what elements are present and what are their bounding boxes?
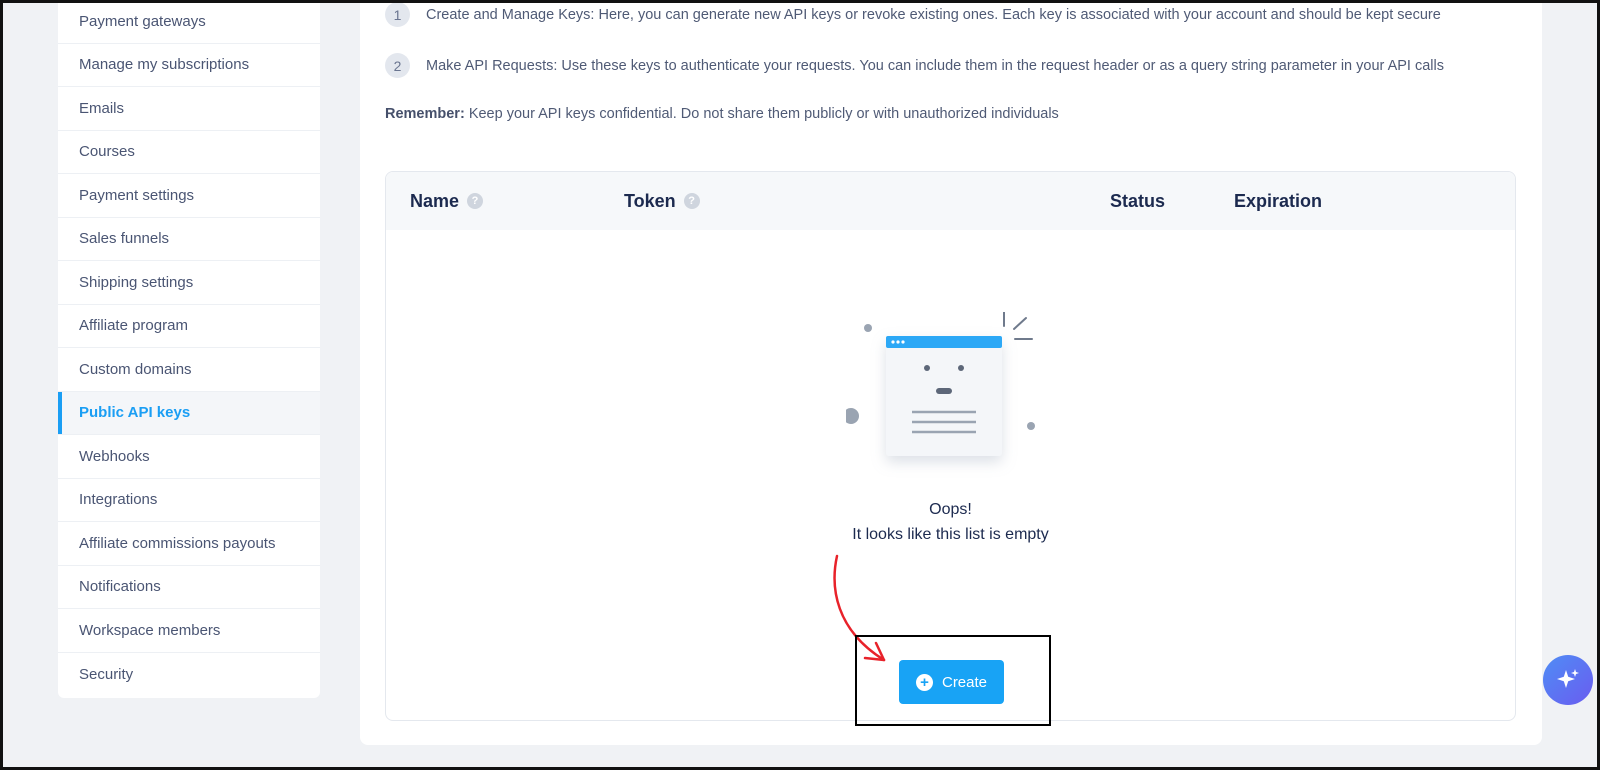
settings-sidebar: Payment gateways Manage my subscriptions… bbox=[58, 0, 320, 698]
column-label: Expiration bbox=[1234, 190, 1323, 211]
help-icon[interactable]: ? bbox=[467, 193, 484, 209]
sidebar-item-label: Public API keys bbox=[79, 404, 191, 422]
sidebar-item-label: Payment gateways bbox=[79, 12, 206, 30]
ai-assistant-button[interactable] bbox=[1543, 655, 1593, 705]
column-label: Status bbox=[1110, 190, 1166, 211]
sidebar-item-security[interactable]: Security bbox=[58, 653, 320, 697]
sidebar-item-label: Courses bbox=[79, 143, 135, 161]
column-header-status: Status bbox=[1110, 172, 1165, 230]
sidebar-item-affiliate-program[interactable]: Affiliate program bbox=[58, 305, 320, 348]
sidebar-item-courses[interactable]: Courses bbox=[58, 131, 320, 174]
step-text: Make API Requests: Use these keys to aut… bbox=[426, 57, 1444, 74]
sidebar-item-label: Affiliate commissions payouts bbox=[79, 534, 276, 552]
sidebar-item-label: Webhooks bbox=[79, 447, 150, 465]
column-label: Name bbox=[410, 190, 460, 211]
column-header-name: Name ? bbox=[410, 172, 484, 230]
sidebar-item-public-api-keys[interactable]: Public API keys bbox=[58, 391, 320, 435]
column-label: Token bbox=[624, 190, 676, 211]
sidebar-item-label: Shipping settings bbox=[79, 273, 194, 291]
column-header-token: Token ? bbox=[624, 172, 700, 230]
sidebar-item-sales-funnels[interactable]: Sales funnels bbox=[58, 218, 320, 261]
empty-subtitle: It looks like this list is empty bbox=[852, 526, 1049, 543]
sparkle-icon bbox=[1557, 669, 1579, 688]
step-text: Create and Manage Keys: Here, you can ge… bbox=[426, 6, 1441, 23]
step-number: 1 bbox=[385, 2, 410, 27]
remember-text: Keep your API keys confidential. Do not … bbox=[468, 106, 1059, 122]
empty-title: Oops! bbox=[929, 501, 972, 518]
sidebar-item-affiliate-payouts[interactable]: Affiliate commissions payouts bbox=[58, 522, 320, 566]
plus-circle-icon: + bbox=[915, 673, 933, 691]
sidebar-item-label: Affiliate program bbox=[79, 317, 188, 335]
sidebar-item-webhooks[interactable]: Webhooks bbox=[58, 435, 320, 479]
create-button-label: Create bbox=[941, 673, 988, 691]
empty-list-illustration bbox=[846, 312, 1035, 456]
step-number: 2 bbox=[385, 53, 410, 78]
create-button[interactable]: + Create bbox=[899, 660, 1004, 704]
sidebar-item-emails[interactable]: Emails bbox=[58, 87, 320, 131]
table-header: Name ? Token ? Status Expiration bbox=[386, 172, 1515, 230]
sidebar-item-shipping-settings[interactable]: Shipping settings bbox=[58, 261, 320, 305]
sidebar-item-custom-domains[interactable]: Custom domains bbox=[58, 348, 320, 392]
remember-label: Remember: bbox=[385, 106, 465, 122]
sidebar-item-integrations[interactable]: Integrations bbox=[58, 479, 320, 522]
sidebar-item-label: Manage my subscriptions bbox=[79, 56, 250, 74]
sidebar-item-payment-gateways[interactable]: Payment gateways bbox=[58, 0, 320, 44]
api-keys-panel: 1 Create and Manage Keys: Here, you can … bbox=[360, 0, 1542, 745]
sidebar-item-label: Notifications bbox=[79, 578, 161, 596]
sidebar-item-label: Sales funnels bbox=[79, 230, 170, 248]
help-icon[interactable]: ? bbox=[683, 193, 700, 209]
sidebar-item-workspace-members[interactable]: Workspace members bbox=[58, 609, 320, 653]
sidebar-item-manage-subscriptions[interactable]: Manage my subscriptions bbox=[58, 44, 320, 87]
sidebar-item-label: Emails bbox=[79, 99, 125, 117]
sidebar-item-payment-settings[interactable]: Payment settings bbox=[58, 174, 320, 218]
sidebar-item-label: Workspace members bbox=[79, 621, 221, 639]
sidebar-item-label: Integrations bbox=[79, 491, 158, 509]
sidebar-item-notifications[interactable]: Notifications bbox=[58, 566, 320, 609]
sidebar-item-label: Payment settings bbox=[79, 186, 195, 204]
remember-note: Remember: Keep your API keys confidentia… bbox=[385, 106, 1059, 122]
column-header-expiration: Expiration bbox=[1234, 172, 1322, 230]
sidebar-item-label: Custom domains bbox=[79, 360, 192, 378]
step-2: 2 Make API Requests: Use these keys to a… bbox=[385, 53, 1444, 78]
sidebar-item-label: Security bbox=[79, 665, 134, 683]
step-1: 1 Create and Manage Keys: Here, you can … bbox=[385, 2, 1441, 27]
